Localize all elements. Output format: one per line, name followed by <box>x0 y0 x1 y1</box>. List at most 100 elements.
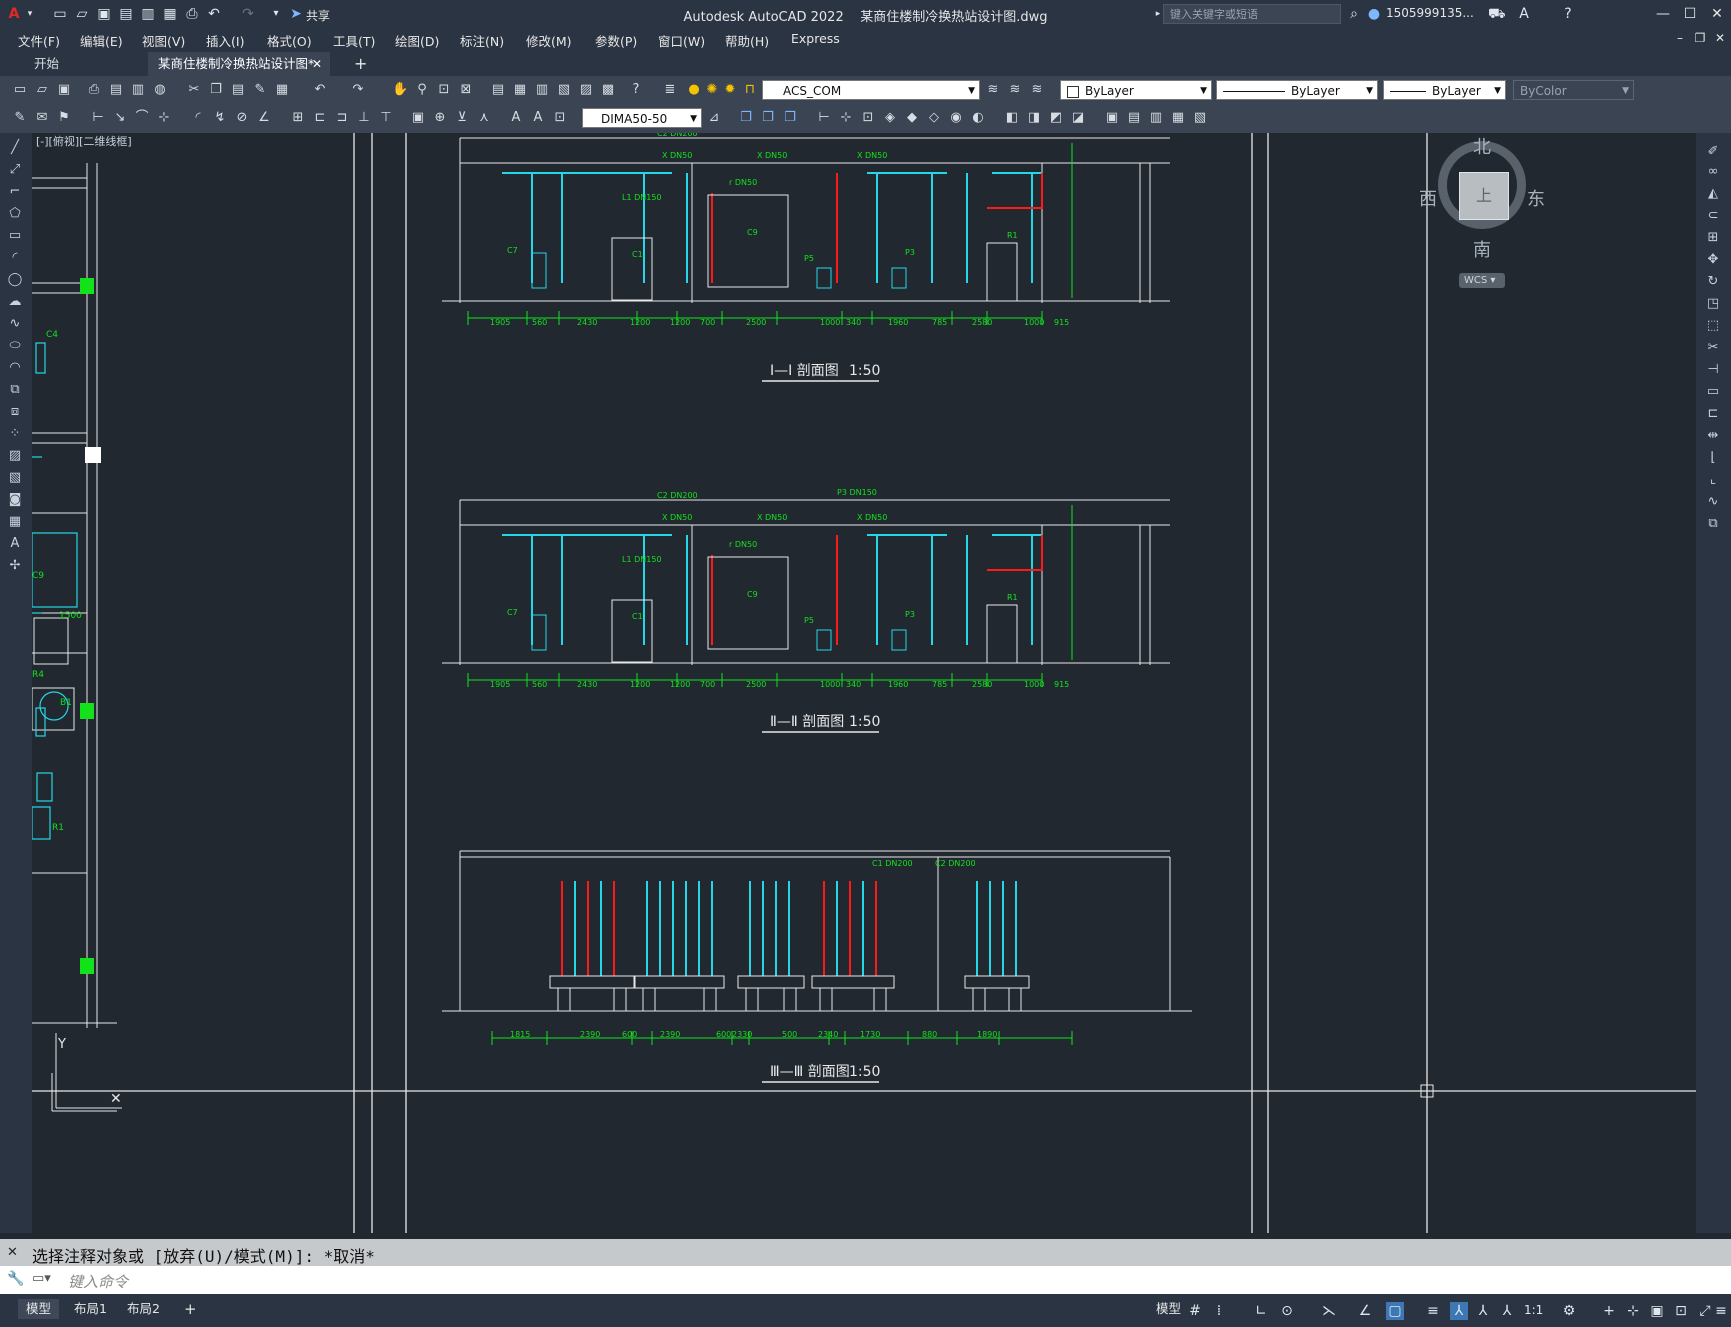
close-command-icon[interactable]: ✕ <box>7 1245 18 1260</box>
chamfer-icon[interactable]: ⌊ <box>1704 449 1722 467</box>
new-icon[interactable]: ▭ <box>12 82 28 98</box>
array-icon[interactable]: ⊞ <box>1704 229 1722 247</box>
customization-icon[interactable]: ≡ <box>1712 1302 1730 1320</box>
copy-base-icon[interactable]: ❐ <box>760 110 776 126</box>
break-icon[interactable]: ⊏ <box>1704 405 1722 423</box>
add-selected-icon[interactable]: ✢ <box>6 557 24 575</box>
trim-icon[interactable]: ✂ <box>1704 339 1722 357</box>
search-input[interactable]: 键入关键字或短语 <box>1163 4 1341 24</box>
help-toolbar-icon[interactable]: ? <box>628 82 644 98</box>
user-icon[interactable]: ● <box>1366 6 1382 22</box>
mtext-icon[interactable]: A <box>6 535 24 553</box>
extend-icon[interactable]: ⊣ <box>1704 361 1722 379</box>
ucs-previous-icon[interactable]: ⊡ <box>860 110 876 126</box>
xline-icon[interactable]: ⤢ <box>6 161 24 179</box>
view-bottom-icon[interactable]: ◨ <box>1026 110 1042 126</box>
cut-icon[interactable]: ✂ <box>186 82 202 98</box>
annotation-scale-value[interactable]: 1:1 <box>1524 1303 1543 1317</box>
add-layout-icon[interactable]: + <box>176 1299 205 1319</box>
sheet-set-icon[interactable]: ▧ <box>556 82 572 98</box>
join-icon[interactable]: ⇹ <box>1704 427 1722 445</box>
auto-scale-icon[interactable]: ⅄ <box>1474 1302 1492 1320</box>
menu-parametric[interactable]: 参数(P) <box>595 31 637 50</box>
annotation-visibility-icon[interactable]: ⅄ <box>1450 1302 1468 1320</box>
calculator-icon[interactable]: ▩ <box>600 82 616 98</box>
help-icon[interactable]: ? <box>1560 6 1576 22</box>
menu-view[interactable]: 视图(V) <box>142 31 185 50</box>
jogged-dim-icon[interactable]: ↯ <box>212 110 228 126</box>
zoom-previous-icon[interactable]: ⊠ <box>458 82 474 98</box>
maximize-button[interactable]: ☐ <box>1680 4 1700 24</box>
ucs-world-icon[interactable]: ⊹ <box>838 110 854 126</box>
workspace-gear-icon[interactable]: ⚙ <box>1560 1302 1578 1320</box>
layer-states-icon[interactable]: ≋ <box>1029 82 1045 98</box>
polyline-icon[interactable]: ⌐ <box>6 183 24 201</box>
copy-clip-icon[interactable]: ❐ <box>738 110 754 126</box>
view-ne-icon[interactable]: ▧ <box>1192 110 1208 126</box>
menu-modify[interactable]: 修改(M) <box>526 31 572 50</box>
menu-tools[interactable]: 工具(T) <box>333 31 375 50</box>
tolerance-icon[interactable]: ▣ <box>410 110 426 126</box>
isodraft-icon[interactable]: ⋋ <box>1320 1302 1338 1320</box>
dimstyle-combo[interactable]: DIMA50-50 ▼ <box>582 108 702 128</box>
layer-freeze-icon[interactable]: ✺ <box>704 82 720 98</box>
view-top-icon[interactable]: ◧ <box>1004 110 1020 126</box>
viewcube[interactable]: 上 北 南 东 西 WCS ▾ <box>1412 133 1552 303</box>
viewcube-top-face[interactable]: 上 <box>1459 172 1509 220</box>
menu-file[interactable]: 文件(F) <box>18 31 60 50</box>
close-button[interactable]: ✕ <box>1707 4 1727 24</box>
zoom-window-icon[interactable]: ⊡ <box>436 82 452 98</box>
linear-dim-icon[interactable]: ⊢ <box>90 110 106 126</box>
radius-dim-icon[interactable]: ◜ <box>190 110 206 126</box>
menu-help[interactable]: 帮助(H) <box>725 31 769 50</box>
plotstyle-combo[interactable]: ByColor ▼ <box>1513 80 1634 100</box>
spline-icon[interactable]: ∿ <box>6 315 24 333</box>
dimension-style-icon[interactable]: ⚑ <box>56 110 72 126</box>
dimension-update-icon[interactable]: ✉ <box>34 110 50 126</box>
save-toolbar-icon[interactable]: ▣ <box>56 82 72 98</box>
polygon-icon[interactable]: ⬠ <box>6 205 24 223</box>
blend-icon[interactable]: ∿ <box>1704 493 1722 511</box>
user-name[interactable]: 1505999135... <box>1386 6 1474 20</box>
viewcube-north[interactable]: 北 <box>1473 133 1491 159</box>
match-properties-icon[interactable]: ✎ <box>252 82 268 98</box>
layout-tab-1[interactable]: 布局1 <box>66 1299 115 1319</box>
viewcube-east[interactable]: 东 <box>1527 185 1545 211</box>
close-tab-icon[interactable]: ✕ <box>312 52 322 76</box>
dim-update-icon[interactable]: ⊡ <box>552 110 568 126</box>
explode-icon[interactable]: ⧉ <box>1704 515 1722 533</box>
cart-icon[interactable]: ⛟ <box>1488 6 1506 22</box>
copy-object-icon[interactable]: ∞ <box>1704 163 1722 181</box>
design-center-icon[interactable]: ▦ <box>512 82 528 98</box>
layout-tab-2[interactable]: 布局2 <box>119 1299 168 1319</box>
make-current-layer-icon[interactable]: ≋ <box>985 82 1001 98</box>
table-icon[interactable]: ▦ <box>6 513 24 531</box>
ellipse-icon[interactable]: ⬭ <box>6 337 24 355</box>
view-left-icon[interactable]: ◩ <box>1048 110 1064 126</box>
tab-active-drawing[interactable]: 某商住楼制冷换热站设计图* ✕ <box>148 52 330 76</box>
color-combo[interactable]: ByLayer ▼ <box>1060 80 1212 100</box>
center-mark-icon[interactable]: ⊕ <box>432 110 448 126</box>
view-right-icon[interactable]: ◪ <box>1070 110 1086 126</box>
model-space-toggle[interactable]: 模型 <box>1148 1299 1189 1319</box>
isolate-objects-icon[interactable]: ⊡ <box>1672 1302 1690 1320</box>
publish-icon[interactable]: ▥ <box>130 82 146 98</box>
zoom-realtime-icon[interactable]: ⚲ <box>414 82 430 98</box>
open-icon[interactable]: ▱ <box>34 82 50 98</box>
search-icon[interactable]: ⌕ <box>1346 6 1362 22</box>
layer-lock-icon[interactable]: ⊓ <box>742 82 758 98</box>
break-point-icon[interactable]: ▭ <box>1704 383 1722 401</box>
layer-vp-freeze-icon[interactable]: ✹ <box>722 82 738 98</box>
arc-length-icon[interactable]: ⌒ <box>134 110 150 126</box>
view-sw-icon[interactable]: ▥ <box>1148 110 1164 126</box>
linetype-combo[interactable]: ByLayer ▼ <box>1216 80 1378 100</box>
layout-tab-model[interactable]: 模型 <box>18 1299 60 1319</box>
plot-preview-icon[interactable]: ▤ <box>108 82 124 98</box>
ucs-object-icon[interactable]: ◆ <box>904 110 920 126</box>
viewport-label[interactable]: [-][俯视][二维线框] <box>36 133 132 149</box>
make-block-icon[interactable]: ⧈ <box>6 403 24 421</box>
undo-toolbar-icon[interactable]: ↶ <box>312 82 328 98</box>
markup-icon[interactable]: ▨ <box>578 82 594 98</box>
view-back-icon[interactable]: ▤ <box>1126 110 1142 126</box>
layer-on-icon[interactable]: ● <box>686 82 702 98</box>
